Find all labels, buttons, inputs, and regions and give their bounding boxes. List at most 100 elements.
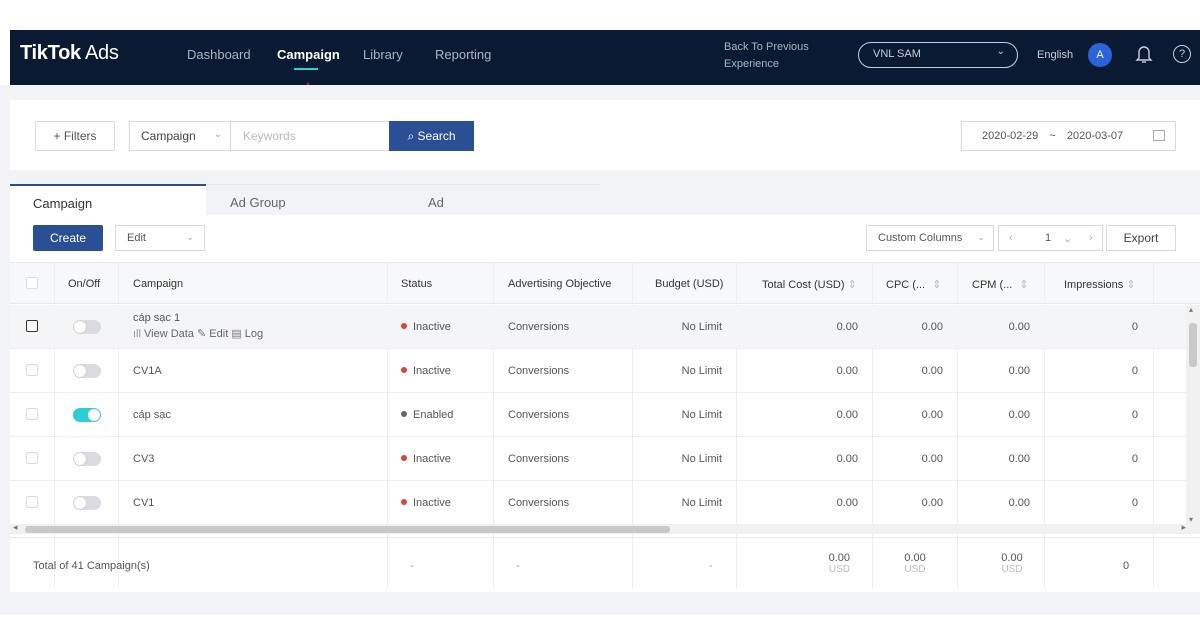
log-link[interactable]: Log (245, 328, 263, 340)
col-campaign[interactable]: Campaign (133, 278, 183, 290)
vertical-scroll-thumb[interactable] (1189, 323, 1197, 367)
search-button[interactable]: ⌕ Search (389, 121, 474, 151)
impressions-value: 0 (1131, 497, 1138, 509)
campaign-toggle[interactable] (73, 364, 101, 378)
select-all-checkbox[interactable] (26, 277, 38, 289)
col-cpc[interactable]: CPC (... ⇕ (886, 278, 941, 291)
nav-campaign[interactable]: Campaign (277, 47, 340, 62)
chevron-down-icon[interactable]: ⌄ (1063, 232, 1072, 245)
horizontal-scroll-thumb[interactable] (25, 526, 670, 533)
account-selector[interactable]: VNL SAM ⌄ (858, 42, 1018, 68)
calendar-icon (1153, 130, 1165, 141)
scroll-up-icon: ▴ (1189, 305, 1194, 314)
search-scope-select[interactable]: Campaign ⌄ (129, 121, 231, 151)
create-button[interactable]: Create (33, 225, 103, 251)
table-row[interactable]: cáp sạc 1 ıll View Data ✎ Edit ▤ Log Inact… (10, 305, 1186, 349)
help-icon[interactable]: ? (1173, 45, 1191, 63)
total-budget: - (709, 560, 713, 572)
campaign-toggle[interactable] (73, 408, 101, 422)
cpm-value: 0.00 (1008, 453, 1030, 465)
custom-columns-select[interactable]: Custom Columns ⌄ (866, 225, 994, 251)
budget-value: No Limit (681, 365, 722, 377)
col-impressions[interactable]: Impressions ⇕ (1064, 278, 1136, 291)
table-row[interactable]: CV1 Inactive Conversions No Limit 0.00 0.00 0.… (10, 481, 1186, 525)
col-objective[interactable]: Advertising Objective (508, 278, 611, 290)
table-row[interactable]: CV3 Inactive Conversions No Limit 0.00 0.00 0.… (10, 437, 1186, 481)
status-badge: Inactive (401, 365, 451, 377)
language-selector[interactable]: English (1037, 49, 1073, 61)
export-button[interactable]: Export (1106, 225, 1176, 251)
date-range-picker[interactable]: 2020-02-29 ~ 2020-03-07 (961, 121, 1176, 151)
total-cost-value: 0.00 (836, 497, 858, 509)
row-checkbox[interactable] (26, 496, 38, 508)
pencil-icon: ✎ (197, 328, 207, 340)
nav-library[interactable]: Library (363, 47, 403, 62)
cpm-value: 0.00 (1008, 497, 1030, 509)
campaign-name[interactable]: CV1 (133, 497, 154, 509)
next-page-icon[interactable]: › (1089, 232, 1093, 244)
col-total-cost[interactable]: Total Cost (USD) ⇕ (762, 278, 857, 291)
filter-bar: + Filters Campaign ⌄ Keywords ⌕ Search 2… (10, 100, 1200, 170)
budget-value: No Limit (681, 321, 722, 333)
col-status[interactable]: Status (401, 278, 432, 290)
chevron-down-icon: ⌄ (213, 129, 222, 140)
advertising-objective: Conversions (508, 321, 570, 333)
filters-button[interactable]: + Filters (35, 121, 115, 151)
notification-bell-icon[interactable] (1134, 43, 1154, 65)
bulk-edit-select[interactable]: Edit ⌄ (115, 225, 205, 251)
keyword-input[interactable]: Keywords (231, 121, 390, 151)
total-cost-value: 0.00 (836, 409, 858, 421)
tab-ad[interactable]: Ad (404, 184, 600, 215)
row-actions: ıll View Data ✎ Edit ▤ Log (133, 327, 263, 340)
advertising-objective: Conversions (508, 409, 570, 421)
date-start: 2020-02-29 (982, 130, 1039, 142)
cpc-value: 0.00 (921, 409, 943, 421)
table-row[interactable]: CV1A Inactive Conversions No Limit 0.00 0.00 0… (10, 349, 1186, 393)
campaign-name[interactable]: CV1A (133, 365, 162, 377)
col-cpm[interactable]: CPM (... ⇕ (972, 278, 1029, 291)
campaign-name[interactable]: cáp sạc (133, 409, 171, 421)
table-footer-totals: Total of 41 Campaign(s) - - - 0.00 USD 0.… (10, 537, 1200, 592)
row-checkbox[interactable] (26, 364, 38, 376)
view-data-link[interactable]: View Data (144, 328, 194, 340)
date-end: 2020-03-07 (1066, 130, 1124, 142)
campaign-name[interactable]: cáp sạc 1 (133, 312, 180, 324)
tab-ad-group[interactable]: Ad Group (206, 184, 404, 215)
campaign-toggle[interactable] (73, 496, 101, 510)
table-row[interactable]: cáp sạc Enabled Conversions No Limit 0.00 0.0… (10, 393, 1186, 437)
prev-page-icon[interactable]: ‹ (1009, 232, 1013, 244)
scroll-down-icon: ▾ (1189, 515, 1194, 524)
tiktok-ads-logo[interactable]: TikTok Ads (20, 42, 119, 65)
campaign-toggle[interactable] (73, 452, 101, 466)
search-scope-value: Campaign (141, 129, 196, 143)
pagination: ‹ 1 ⌄ › (998, 225, 1103, 251)
row-checkbox[interactable] (26, 452, 38, 464)
top-navigation-bar: TikTok Ads Dashboard Campaign Library Re… (10, 30, 1200, 85)
total-cost-value: 0.00 (836, 453, 858, 465)
tab-campaign[interactable]: Campaign (10, 184, 206, 215)
vertical-scrollbar[interactable]: ▴ ▾ (1186, 305, 1200, 524)
horizontal-scrollbar[interactable]: ◂ ▸ (10, 522, 1200, 534)
user-avatar[interactable]: A (1088, 43, 1112, 67)
nav-reporting[interactable]: Reporting (435, 47, 491, 62)
cpc-value: 0.00 (921, 497, 943, 509)
row-checkbox[interactable] (26, 320, 38, 332)
back-to-previous-link[interactable]: Back To Previous Experience (724, 39, 809, 73)
active-nav-indicator (294, 68, 318, 70)
chevron-down-icon: ⌄ (186, 232, 194, 242)
row-checkbox[interactable] (26, 408, 38, 420)
status-badge: Inactive (401, 497, 451, 509)
nav-dashboard[interactable]: Dashboard (187, 47, 251, 62)
campaign-name[interactable]: CV3 (133, 453, 154, 465)
cpc-value: 0.00 (921, 321, 943, 333)
campaign-toggle[interactable] (73, 320, 101, 334)
log-icon: ▤ (231, 328, 242, 340)
col-on-off: On/Off (68, 278, 101, 290)
page-number[interactable]: 1 (1045, 232, 1051, 244)
col-budget[interactable]: Budget (USD) (655, 278, 723, 290)
toggle-knob (74, 321, 86, 333)
budget-value: No Limit (681, 497, 722, 509)
edit-link[interactable]: Edit (209, 328, 228, 340)
cpm-value: 0.00 (1008, 321, 1030, 333)
budget-value: No Limit (681, 409, 722, 421)
